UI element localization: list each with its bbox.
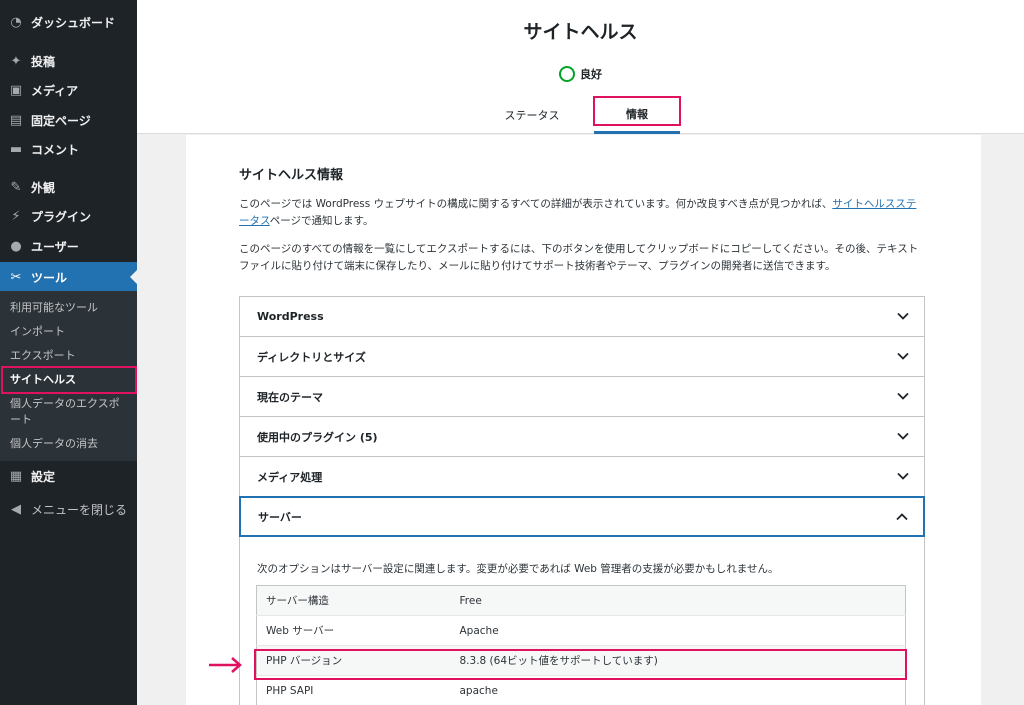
pin-icon: ✦ bbox=[10, 53, 22, 69]
wrench-icon: ✂ bbox=[10, 269, 22, 285]
chevron-up-icon bbox=[896, 513, 908, 521]
menu-label: ダッシュボード bbox=[31, 15, 116, 30]
brush-icon: ✎ bbox=[10, 179, 22, 195]
accordion-label: ディレクトリとサイズ bbox=[257, 350, 366, 364]
row-key: サーバー構造 bbox=[256, 585, 451, 616]
dashboard-icon: ◔ bbox=[10, 14, 22, 30]
accordion-active-plugins[interactable]: 使用中のプラグイン (5) bbox=[240, 417, 924, 457]
intro-text-end: ページで通知します。 bbox=[269, 215, 374, 227]
collapse-icon: ◀ bbox=[11, 501, 21, 517]
menu-label: プラグイン bbox=[31, 209, 92, 224]
tab-status[interactable]: ステータス bbox=[477, 96, 587, 134]
submenu-import[interactable]: インポート bbox=[10, 324, 130, 340]
menu-plugins[interactable]: ⚡ プラグイン bbox=[0, 201, 137, 231]
accordion-current-theme[interactable]: 現在のテーマ bbox=[240, 377, 924, 417]
row-key: Web サーバー bbox=[256, 615, 451, 646]
menu-label: ツール bbox=[31, 270, 68, 285]
chevron-down-icon bbox=[897, 472, 909, 480]
menu-media[interactable]: ▣ メディア bbox=[0, 75, 137, 105]
section-title: サイトヘルス情報 bbox=[239, 168, 344, 183]
highlight-box-site-health bbox=[1, 366, 137, 394]
submenu-export-personal-data[interactable]: 個人データのエクスポート bbox=[10, 396, 130, 428]
accordion-media-handling[interactable]: メディア処理 bbox=[240, 457, 924, 497]
table-row: サーバー構造 Free bbox=[256, 585, 906, 616]
collapse-menu-button[interactable]: ◀ メニューを閉じる bbox=[0, 494, 137, 524]
accordion-directories-sizes[interactable]: ディレクトリとサイズ bbox=[240, 337, 924, 377]
plugin-icon: ⚡ bbox=[11, 208, 21, 224]
user-icon: ● bbox=[10, 238, 22, 254]
chevron-down-icon bbox=[897, 352, 909, 360]
intro-text: このページでは WordPress ウェブサイトの構成に関するすべての詳細が表示… bbox=[239, 198, 833, 210]
submenu-erase-personal-data[interactable]: 個人データの消去 bbox=[10, 436, 130, 452]
chevron-down-icon bbox=[897, 312, 909, 320]
intro-paragraph: このページでは WordPress ウェブサイトの構成に関するすべての詳細が表示… bbox=[239, 196, 925, 230]
menu-label: ユーザー bbox=[31, 239, 79, 254]
menu-label: メニューを閉じる bbox=[31, 502, 128, 517]
menu-posts[interactable]: ✦ 投稿 bbox=[0, 46, 137, 76]
status-label: 良好 bbox=[580, 68, 602, 81]
accordion-label: WordPress bbox=[257, 310, 324, 323]
table-row: Web サーバー Apache bbox=[256, 615, 906, 646]
info-accordion: WordPress ディレクトリとサイズ 現在のテーマ 使用中のプラグイン (5… bbox=[239, 296, 925, 705]
menu-label: 投稿 bbox=[31, 54, 56, 69]
page-header: サイトヘルス 良好 ステータス 情報 bbox=[137, 0, 1024, 134]
menu-label: 設定 bbox=[31, 469, 56, 484]
row-value: Apache bbox=[450, 615, 906, 646]
highlight-box-php-version bbox=[254, 649, 907, 680]
media-icon: ▣ bbox=[9, 82, 23, 98]
server-description: 次のオプションはサーバー設定に関連します。変更が必要であれば Web 管理者の支… bbox=[257, 563, 779, 575]
settings-icon: ▦ bbox=[9, 468, 23, 484]
accordion-label: サーバー bbox=[258, 510, 302, 524]
menu-settings[interactable]: ▦ 設定 bbox=[0, 461, 137, 491]
chevron-down-icon bbox=[897, 392, 909, 400]
menu-pages[interactable]: ▤ 固定ページ bbox=[0, 105, 137, 135]
submenu-export[interactable]: エクスポート bbox=[10, 348, 130, 364]
health-status: 良好 bbox=[137, 66, 1024, 82]
row-value: Free bbox=[450, 585, 906, 616]
menu-tools[interactable]: ✂ ツール bbox=[0, 262, 137, 292]
server-info-table: サーバー構造 Free Web サーバー Apache PHP バージョン 8.… bbox=[256, 585, 906, 705]
accordion-server[interactable]: サーバー bbox=[239, 496, 925, 537]
export-paragraph: このページのすべての情報を一覧にしてエクスポートするには、下のボタンを使用してク… bbox=[239, 243, 919, 272]
accordion-label: 現在のテーマ bbox=[257, 390, 323, 404]
accordion-label: メディア処理 bbox=[257, 470, 323, 484]
page-icon: ▤ bbox=[9, 112, 23, 128]
menu-dashboard[interactable]: ◔ ダッシュボード bbox=[0, 7, 137, 37]
page-title: サイトヘルス bbox=[523, 21, 638, 43]
admin-sidebar: ◔ ダッシュボード ✦ 投稿 ▣ メディア ▤ 固定ページ ▬ コメント ✎ 外… bbox=[0, 0, 137, 705]
accordion-wordpress[interactable]: WordPress bbox=[240, 297, 924, 337]
menu-users[interactable]: ● ユーザー bbox=[0, 231, 137, 261]
menu-comments[interactable]: ▬ コメント bbox=[0, 134, 137, 164]
menu-label: 固定ページ bbox=[31, 113, 91, 128]
content-panel: サイトヘルス情報 このページでは WordPress ウェブサイトの構成に関する… bbox=[186, 135, 981, 705]
arrow-right-icon bbox=[209, 657, 242, 673]
comment-icon: ▬ bbox=[9, 141, 23, 157]
accordion-label: 使用中のプラグイン (5) bbox=[257, 430, 378, 444]
chevron-down-icon bbox=[897, 432, 909, 440]
menu-label: メディア bbox=[31, 83, 79, 98]
highlight-box-info-tab bbox=[593, 96, 681, 126]
status-good-icon bbox=[559, 66, 575, 82]
menu-label: コメント bbox=[31, 142, 80, 157]
submenu-available-tools[interactable]: 利用可能なツール bbox=[10, 300, 130, 316]
menu-appearance[interactable]: ✎ 外観 bbox=[0, 172, 137, 202]
menu-label: 外観 bbox=[31, 180, 56, 195]
